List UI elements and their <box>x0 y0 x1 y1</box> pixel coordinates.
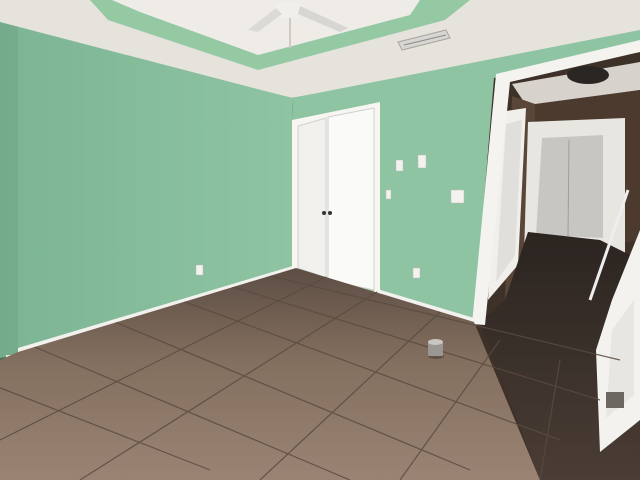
floor-can <box>428 339 444 359</box>
outlet-back <box>412 267 421 279</box>
closet-door <box>292 102 380 292</box>
room-photo <box>0 0 640 480</box>
outlet-left <box>195 264 204 276</box>
